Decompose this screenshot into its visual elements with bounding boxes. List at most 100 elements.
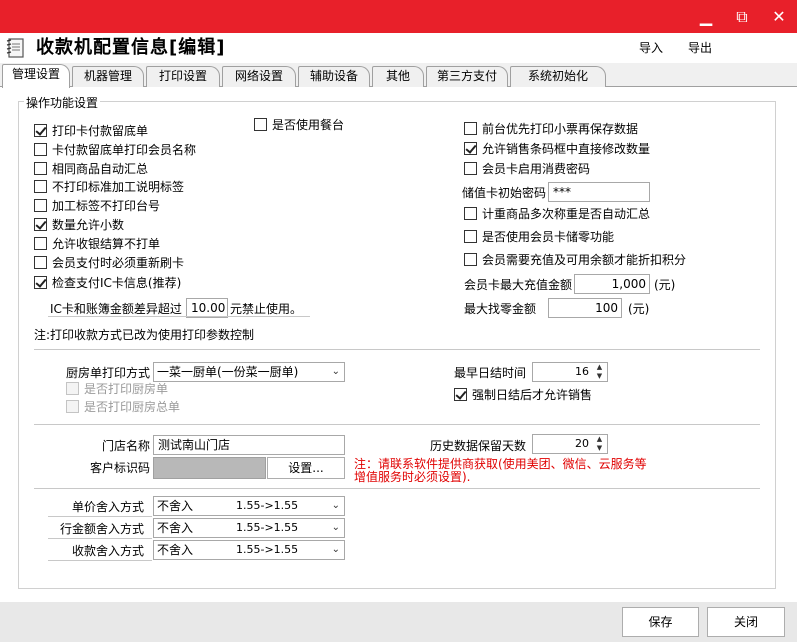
tab-devices[interactable]: 辅助设备 <box>298 66 370 87</box>
checkbox[interactable] <box>464 253 477 266</box>
section-divider <box>34 424 760 425</box>
close-window-button[interactable]: ✕ <box>761 0 797 33</box>
store-name-input[interactable]: 测试南山门店 <box>153 435 345 455</box>
line-amount-rounding-label: 行金额舍入方式 <box>60 522 145 536</box>
tab-content-management: 操作功能设置 打印卡付款留底单 卡付款留底单打印会员名称 相同商品自动汇总 不打… <box>0 87 797 602</box>
row-divider <box>48 516 152 517</box>
card-password-input[interactable]: *** <box>548 182 650 202</box>
checkbox[interactable] <box>464 142 477 155</box>
tab-management[interactable]: 管理设置 <box>2 64 70 88</box>
customer-id-label: 客户标识码 <box>90 461 151 475</box>
option-member-reswipe[interactable]: 会员支付时必须重新刷卡 <box>34 255 184 271</box>
checkbox[interactable] <box>34 143 47 156</box>
chevron-down-icon: ⌄ <box>331 500 340 511</box>
store-name-label: 门店名称 <box>102 439 151 453</box>
import-button[interactable]: 导入 <box>639 40 663 56</box>
tab-network[interactable]: 网络设置 <box>222 66 296 87</box>
option-no-process-label[interactable]: 不打印标准加工说明标签 <box>34 179 184 195</box>
chevron-down-icon: ⌄ <box>331 544 340 555</box>
max-recharge-input[interactable]: 1,000 <box>574 274 650 294</box>
row-divider <box>48 538 152 539</box>
print-note: 注:打印收款方式已改为使用打印参数控制 <box>34 328 255 342</box>
ic-diff-suffix: 元禁止使用。 <box>230 302 303 316</box>
group-title: 操作功能设置 <box>24 94 101 111</box>
tab-third-party-pay[interactable]: 第三方支付 <box>426 66 508 87</box>
customer-id-note-line2: 增值服务时必须设置). <box>354 470 471 484</box>
spinner-arrows-icon[interactable]: ▲ ▼ <box>592 435 607 453</box>
checkbox[interactable] <box>34 199 47 212</box>
checkbox[interactable] <box>464 122 477 135</box>
max-recharge-unit: (元) <box>654 278 676 292</box>
kitchen-label: 厨房单打印方式 <box>66 366 151 380</box>
chevron-down-icon: ⌄ <box>331 366 340 377</box>
line-amount-rounding-select[interactable]: 不舍入 1.55->1.55 ⌄ <box>153 518 345 538</box>
max-change-unit: (元) <box>628 302 650 316</box>
option-recharge-discount[interactable]: 会员需要充值及可用余额才能折扣积分 <box>464 252 686 268</box>
customer-id-settings-button[interactable]: 设置... <box>267 457 345 479</box>
notebook-icon <box>4 36 28 60</box>
checkbox[interactable] <box>34 180 47 193</box>
unit-price-rounding-select[interactable]: 不舍入 1.55->1.55 ⌄ <box>153 496 345 516</box>
checkbox[interactable] <box>254 118 267 131</box>
tab-other[interactable]: 其他 <box>372 66 424 87</box>
checkbox <box>66 400 79 413</box>
ic-diff-input[interactable]: 10.00 <box>186 298 228 318</box>
checkbox[interactable] <box>34 124 47 137</box>
save-button[interactable]: 保存 <box>622 607 699 637</box>
option-print-kitchen: 是否打印厨房单 <box>66 381 168 397</box>
option-weigh-merge[interactable]: 计重商品多次称重是否自动汇总 <box>464 206 650 222</box>
checkbox[interactable] <box>34 237 47 250</box>
window-titlebar: ▁ ⧉ ✕ <box>0 0 797 33</box>
card-password-label: 储值卡初始密码 <box>462 186 547 200</box>
ic-diff-prefix: IC卡和账簿金额差异超过 <box>50 302 182 316</box>
option-edit-qty-barcode[interactable]: 允许销售条码框中直接修改数量 <box>464 141 650 157</box>
kitchen-select[interactable]: 一菜一厨单(一份菜一厨单) ⌄ <box>153 362 345 382</box>
option-member-change[interactable]: 是否使用会员卡储零功能 <box>464 229 614 245</box>
option-label-no-table[interactable]: 加工标签不打印台号 <box>34 198 160 214</box>
checkbox[interactable] <box>34 162 47 175</box>
export-button[interactable]: 导出 <box>688 40 712 56</box>
history-days-spinner[interactable]: 20 ▲ ▼ <box>532 434 608 454</box>
option-print-card-receipt[interactable]: 打印卡付款留底单 <box>34 123 148 139</box>
option-use-table[interactable]: 是否使用餐台 <box>254 117 344 133</box>
window-title: 收款机配置信息[编辑] <box>36 37 226 58</box>
option-decimal-qty[interactable]: 数量允许小数 <box>34 217 124 233</box>
option-receipt-member-name[interactable]: 卡付款留底单打印会员名称 <box>34 142 196 158</box>
ic-diff-underline <box>48 316 310 317</box>
earliest-close-spinner[interactable]: 16 ▲ ▼ <box>532 362 608 382</box>
spinner-arrows-icon[interactable]: ▲ ▼ <box>592 363 607 381</box>
checkbox[interactable] <box>464 207 477 220</box>
maximize-button[interactable]: ⧉ <box>724 0 760 33</box>
customer-id-field <box>153 457 266 479</box>
minimize-button[interactable]: ▁ <box>688 0 724 33</box>
option-force-close[interactable]: 强制日结后才允许销售 <box>454 387 592 403</box>
row-divider <box>48 560 152 561</box>
option-print-first[interactable]: 前台优先打印小票再保存数据 <box>464 121 638 137</box>
payment-rounding-label: 收款舍入方式 <box>72 544 145 558</box>
chevron-down-icon: ⌄ <box>331 522 340 533</box>
checkbox[interactable] <box>34 256 47 269</box>
option-merge-items[interactable]: 相同商品自动汇总 <box>34 161 148 177</box>
section-divider <box>34 488 760 489</box>
checkbox[interactable] <box>464 230 477 243</box>
max-recharge-label: 会员卡最大充值金额 <box>464 278 573 292</box>
checkbox <box>66 382 79 395</box>
checkbox[interactable] <box>34 276 47 289</box>
option-check-ic-card[interactable]: 检查支付IC卡信息(推荐) <box>34 275 181 291</box>
option-no-print-settle[interactable]: 允许收银结算不打单 <box>34 236 160 252</box>
checkbox[interactable] <box>454 388 467 401</box>
option-print-kitchen-total: 是否打印厨房总单 <box>66 399 180 415</box>
section-divider <box>34 349 760 350</box>
tab-machine[interactable]: 机器管理 <box>72 66 144 87</box>
close-button[interactable]: 关闭 <box>707 607 785 637</box>
payment-rounding-select[interactable]: 不舍入 1.55->1.55 ⌄ <box>153 540 345 560</box>
option-member-password[interactable]: 会员卡启用消费密码 <box>464 161 590 177</box>
checkbox[interactable] <box>464 162 477 175</box>
tab-system-init[interactable]: 系统初始化 <box>510 66 606 87</box>
tab-print[interactable]: 打印设置 <box>146 66 220 87</box>
max-change-label: 最大找零金额 <box>464 302 537 316</box>
checkbox[interactable] <box>34 218 47 231</box>
footer-bar: 保存 关闭 <box>0 602 797 642</box>
max-change-input[interactable]: 100 <box>548 298 622 318</box>
tab-bar: 管理设置 机器管理 打印设置 网络设置 辅助设备 其他 第三方支付 系统初始化 <box>0 63 797 88</box>
